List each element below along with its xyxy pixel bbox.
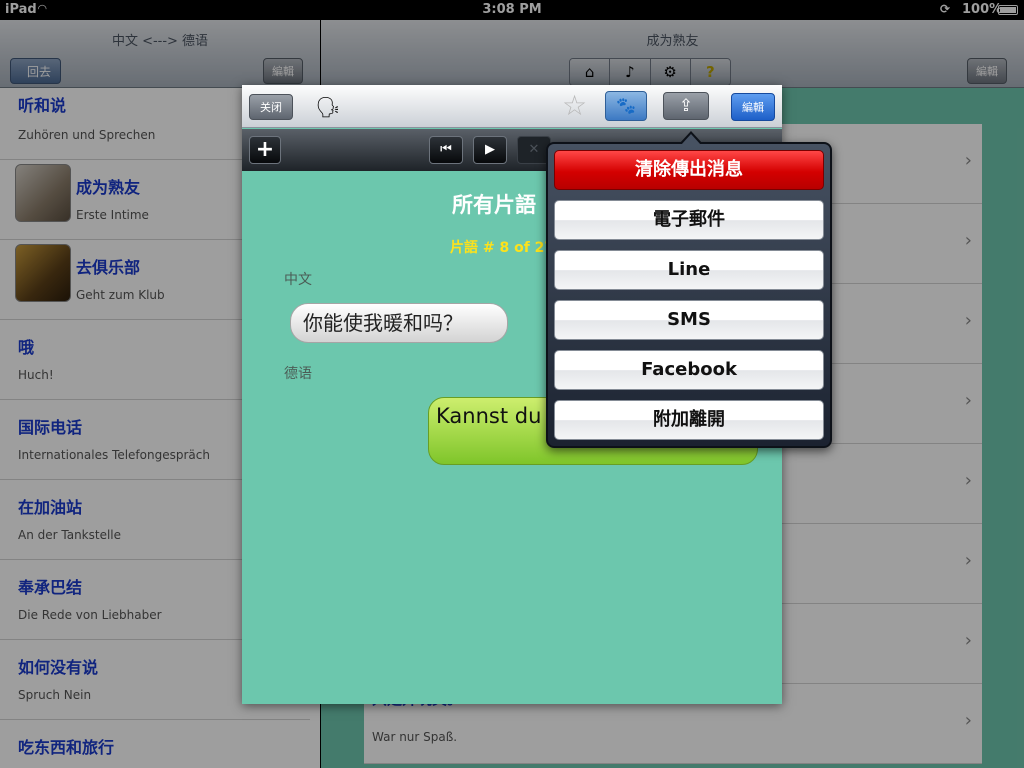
right-edit-button[interactable]: 編輯 — [967, 58, 1007, 84]
list-item-subtitle: Erste Intime — [76, 208, 149, 222]
list-item-title: 在加油站 — [18, 498, 83, 517]
help-icon[interactable]: ? — [690, 59, 730, 85]
chevron-right-icon: › — [964, 310, 972, 331]
list-item-subtitle: Zuhören und Sprechen — [18, 128, 156, 142]
email-button[interactable]: 電子郵件 — [554, 200, 824, 240]
card-edit-button[interactable]: 編輯 — [731, 93, 775, 121]
chevron-right-icon: › — [964, 390, 972, 411]
list-item-title: 国际电话 — [18, 418, 83, 437]
table-row-subtitle: War nur Spaß. — [372, 730, 458, 744]
status-time: 3:08 PM — [482, 2, 542, 17]
list-item-title: 如何没有说 — [18, 658, 99, 677]
left-edit-button[interactable]: 編輯 — [263, 58, 303, 84]
clear-outbox-button[interactable]: 清除傳出消息 — [554, 150, 824, 190]
gear-icon[interactable]: ⚙ — [650, 59, 691, 85]
list-item-title: 奉承巴结 — [18, 578, 83, 597]
list-item-subtitle: Geht zum Klub — [76, 288, 165, 302]
list-item-subtitle: Huch! — [18, 368, 54, 382]
battery-percent: 100% — [962, 2, 1003, 17]
status-bar: iPad ◠ 3:08 PM ⟳ 100% — [0, 0, 1024, 20]
chevron-right-icon: › — [964, 470, 972, 491]
source-language-label: 中文 — [284, 272, 312, 288]
list-item-title: 听和说 — [18, 96, 67, 115]
speaker-icon[interactable]: 🗣 — [314, 93, 342, 121]
close-button[interactable]: 关闭 — [249, 94, 293, 120]
rotation-lock-icon: ⟳ — [940, 2, 951, 16]
chevron-right-icon: › — [964, 230, 972, 251]
chevron-right-icon: › — [964, 710, 972, 731]
list-item-subtitle: An der Tankstelle — [18, 528, 122, 542]
share-button[interactable]: ⇪ — [663, 92, 709, 120]
target-language-label: 德语 — [284, 366, 312, 382]
sms-button[interactable]: SMS — [554, 300, 824, 340]
mascot-icon[interactable]: 🐾 — [605, 91, 647, 121]
speaker-icon[interactable]: ♪ — [610, 59, 651, 85]
toolbar-segmented-control: ⌂ ♪ ⚙ ? — [569, 58, 731, 86]
rewind-button[interactable]: ⏮ — [429, 136, 463, 164]
list-item-subtitle: Spruch Nein — [18, 688, 92, 702]
basket-icon[interactable]: ⌂ — [570, 59, 611, 85]
line-button[interactable]: Line — [554, 250, 824, 290]
card-toolbar: 关闭 🗣 ☆ 🐾 ⇪ 編輯 — [242, 85, 782, 128]
right-nav-bar: 成为熟友 ⌂ ♪ ⚙ ? 編輯 — [321, 20, 1024, 88]
club-thumbnail — [15, 244, 71, 302]
card-title: 所有片語 — [452, 193, 536, 217]
source-phrase-bubble[interactable]: 你能使我暖和吗？ — [290, 303, 508, 343]
battery-icon — [998, 5, 1018, 15]
attach-and-leave-button[interactable]: 附加離開 — [554, 400, 824, 440]
list-item-subtitle: Internationales Telefongespräch — [18, 448, 210, 462]
star-icon[interactable]: ☆ — [562, 92, 587, 120]
play-button[interactable]: ▶ — [473, 136, 507, 164]
phrase-counter: 片語 # 8 of 27 — [450, 240, 555, 256]
list-item-title: 去俱乐部 — [76, 258, 141, 277]
chevron-right-icon: › — [964, 550, 972, 571]
chevron-right-icon: › — [964, 630, 972, 651]
cat-thumbnail — [15, 164, 71, 222]
list-item-subtitle: Die Rede von Liebhaber — [18, 608, 162, 622]
list-item-title: 成为熟友 — [76, 178, 141, 197]
add-button[interactable]: + — [249, 136, 281, 164]
chevron-right-icon: › — [964, 150, 972, 171]
left-nav-bar: 中文 <---> 德语 回去 編輯 — [0, 20, 320, 88]
right-nav-title: 成为熟友 — [646, 34, 699, 49]
share-popover: 清除傳出消息 電子郵件 Line SMS Facebook 附加離開 — [546, 131, 832, 448]
list-item-title: 吃东西和旅行 — [18, 738, 115, 757]
list-item[interactable]: 吃东西和旅行 › — [0, 720, 310, 768]
list-item-title: 哦 — [18, 338, 35, 357]
back-button[interactable]: 回去 — [10, 58, 62, 84]
left-nav-title: 中文 <---> 德语 — [111, 34, 209, 49]
facebook-button[interactable]: Facebook — [554, 350, 824, 390]
